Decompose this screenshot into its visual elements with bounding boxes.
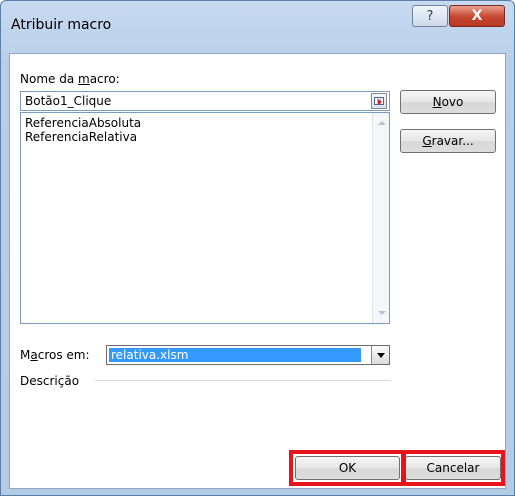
dialog-body: Nome da macro: ReferenciaAbsoluta Refere… — [9, 53, 506, 489]
list-item[interactable]: ReferenciaRelativa — [21, 130, 389, 144]
cancel-highlight-box — [401, 450, 505, 486]
macros-in-select[interactable]: relativa.xlsm — [106, 345, 390, 365]
macro-list[interactable]: ReferenciaAbsoluta ReferenciaRelativa — [20, 112, 390, 324]
help-button[interactable]: ? — [412, 5, 448, 27]
close-icon: X — [471, 8, 483, 24]
macro-name-input[interactable] — [21, 92, 365, 110]
help-icon: ? — [426, 8, 434, 24]
record-button[interactable]: Gravar... — [400, 129, 496, 153]
collapse-dialog-icon[interactable] — [371, 93, 387, 109]
chevron-down-icon[interactable] — [371, 346, 389, 364]
title-bar[interactable]: Atribuir macro ? X — [1, 1, 514, 41]
dialog-title: Atribuir macro — [11, 17, 112, 33]
scroll-up-icon[interactable] — [378, 121, 386, 125]
description-label: Descrição — [20, 374, 80, 388]
new-button[interactable]: Novo — [400, 90, 496, 114]
assign-macro-dialog: Atribuir macro ? X Nome da macro: Refere… — [0, 0, 515, 496]
macros-in-value: relativa.xlsm — [109, 348, 361, 362]
macro-list-scrollbar[interactable] — [372, 113, 389, 323]
list-item[interactable]: ReferenciaAbsoluta — [21, 116, 389, 130]
macro-name-label: Nome da macro: — [20, 72, 120, 86]
macro-name-field[interactable] — [20, 91, 390, 111]
ok-highlight-box — [289, 450, 406, 486]
close-button[interactable]: X — [449, 5, 505, 27]
macros-in-label: Macros em: — [20, 348, 90, 362]
scroll-down-icon[interactable] — [378, 311, 386, 315]
description-divider — [95, 380, 391, 381]
